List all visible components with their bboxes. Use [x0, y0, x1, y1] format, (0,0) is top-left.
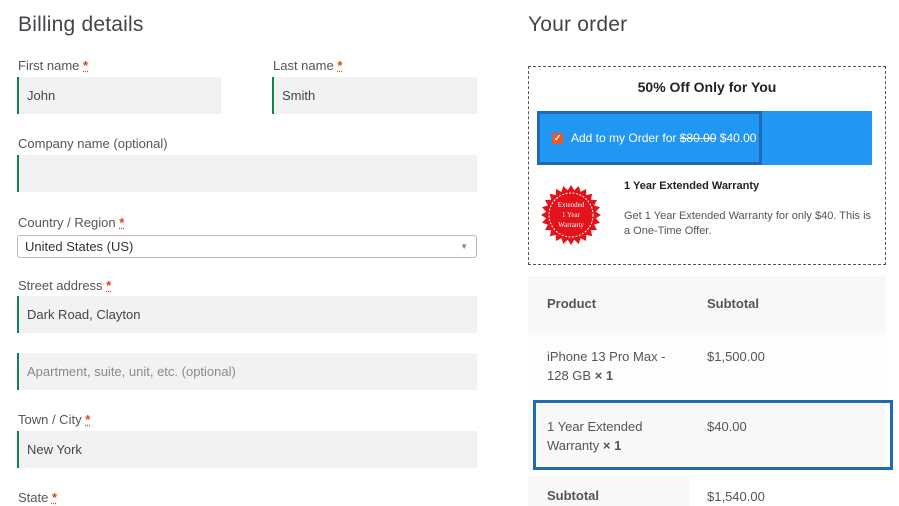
warranty-description: Get 1 Year Extended Warranty for only $4…	[624, 210, 872, 237]
apartment-input[interactable]: Apartment, suite, unit, etc. (optional)	[17, 353, 477, 390]
warranty-row-highlight	[533, 400, 893, 470]
street-input[interactable]: Dark Road, Clayton	[17, 296, 477, 333]
company-label: Company name (optional)	[18, 136, 168, 151]
seal-line-3: Warranty	[558, 221, 584, 229]
street-label: Street address *	[18, 278, 112, 293]
required-mark: *	[106, 278, 112, 293]
product-name: iPhone 13 Pro Max - 128 GB × 1	[547, 349, 666, 383]
table-header-row: Product Subtotal	[528, 276, 886, 333]
offer-title: 50% Off Only for You	[637, 79, 777, 95]
billing-title: Billing details	[18, 13, 144, 36]
table-row: iPhone 13 Pro Max - 128 GB × 1 $1,500.00	[528, 333, 886, 400]
first-name-input[interactable]: John	[17, 77, 221, 114]
country-label: Country / Region *	[18, 215, 125, 230]
order-title: Your order	[528, 13, 628, 36]
warranty-seal-icon: Extended 1 Year Warranty	[541, 185, 601, 245]
required-mark: *	[85, 412, 91, 427]
chevron-down-icon: ▼	[460, 242, 468, 251]
required-mark: *	[51, 490, 58, 505]
subtotal-label: Subtotal	[547, 488, 599, 503]
town-input[interactable]: New York	[17, 431, 477, 468]
required-mark: *	[119, 215, 125, 230]
last-name-input[interactable]: Smith	[272, 77, 477, 114]
offer-checkbox[interactable]: ✓	[552, 133, 563, 144]
new-price: $40.00	[719, 131, 757, 145]
product-qty: × 1	[594, 368, 614, 383]
old-price: $80.00	[679, 131, 717, 145]
company-input[interactable]	[17, 155, 477, 192]
country-select[interactable]: United States (US) ▼	[17, 235, 477, 258]
state-label: State *	[18, 490, 58, 505]
seal-line-2: 1 Year	[562, 211, 581, 219]
offer-add-label[interactable]: Add to my Order for $80.00 $40.00	[571, 131, 756, 145]
subtotal-row: Subtotal $1,540.00	[528, 476, 886, 506]
required-mark: *	[337, 58, 343, 73]
col-subtotal-header: Subtotal	[707, 296, 759, 311]
product-price: $1,500.00	[707, 349, 765, 364]
required-mark: *	[83, 58, 89, 73]
first-name-label: First name *	[18, 58, 89, 73]
seal-line-1: Extended	[558, 201, 585, 209]
town-label: Town / City *	[18, 412, 91, 427]
last-name-label: Last name *	[273, 58, 343, 73]
col-product-header: Product	[547, 296, 597, 311]
warranty-title: 1 Year Extended Warranty	[624, 180, 760, 192]
subtotal-value: $1,540.00	[707, 489, 765, 504]
